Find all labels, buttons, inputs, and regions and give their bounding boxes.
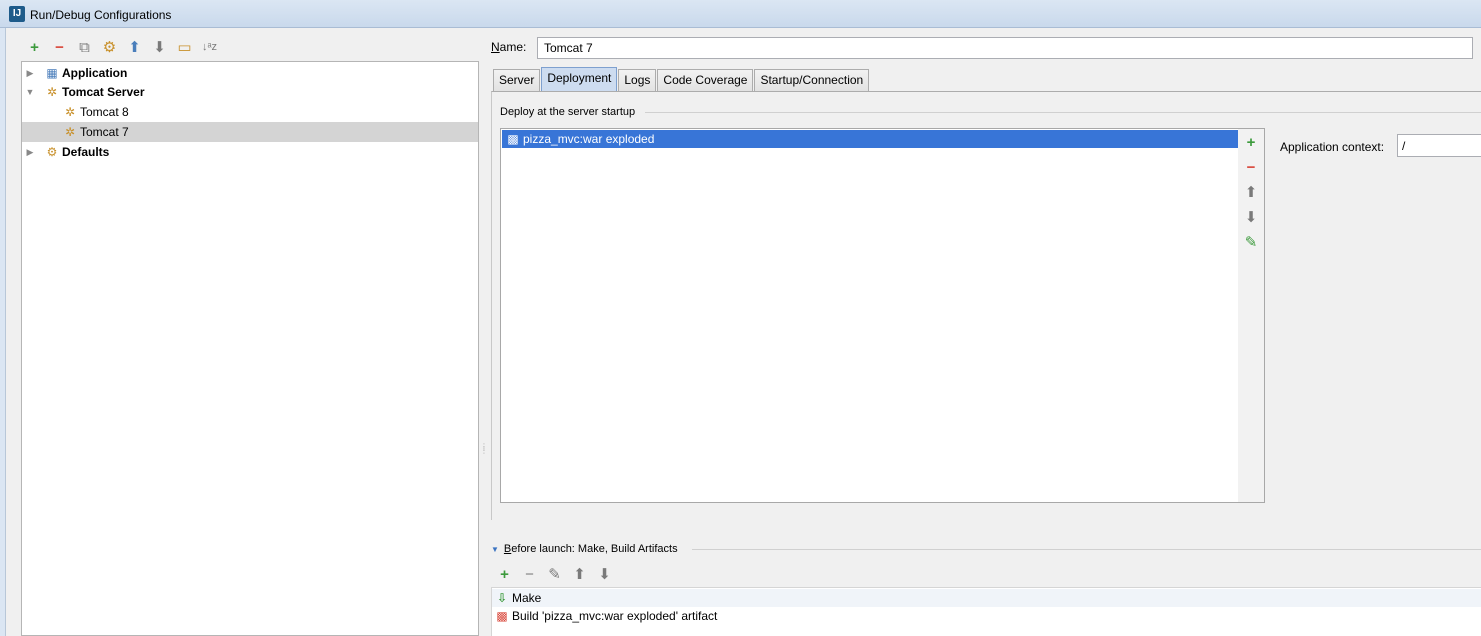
minus-icon: − (1246, 158, 1256, 176)
sort-alpha-icon: ↓ᵃz (201, 41, 218, 53)
copy-configuration-button[interactable]: ⧉ (72, 36, 97, 58)
task-label: Build 'pizza_mvc:war exploded' artifact (512, 609, 718, 623)
window-title: Run/Debug Configurations (30, 8, 172, 22)
pencil-icon: ✎ (548, 566, 561, 583)
application-context-input[interactable] (1397, 134, 1481, 157)
collapse-arrow-icon[interactable]: ▼ (24, 87, 36, 97)
create-folder-button[interactable]: ▭ (172, 36, 197, 58)
splitter-handle[interactable]: ⋮ ⋮ (480, 443, 488, 461)
artifact-icon: ▩ (507, 132, 519, 146)
move-up-button[interactable]: ⬆ (122, 36, 147, 58)
artifact-label: pizza_mvc:war exploded (523, 132, 655, 146)
deployment-side-toolbar: + − ⬆ ⬇ ✎ (1238, 128, 1265, 503)
arrow-up-icon: ⬆ (1244, 184, 1258, 201)
artifact-icon: ▩ (496, 609, 508, 623)
before-launch-title: efore launch: Make, Build Artifacts (511, 543, 678, 555)
copy-icon: ⧉ (79, 38, 90, 56)
plus-icon: + (1246, 133, 1256, 151)
config-tabs: Server Deployment Logs Code Coverage Sta… (493, 67, 870, 91)
move-artifact-up-button[interactable]: ⬆ (1238, 181, 1264, 203)
tree-item-label: Tomcat 8 (80, 105, 129, 119)
title-bar: IJ Run/Debug Configurations (0, 0, 1481, 28)
tree-item-label: Application (62, 66, 128, 80)
wrench-icon: ⚙ (46, 145, 58, 159)
move-artifact-down-button[interactable]: ⬇ (1238, 206, 1264, 228)
configurations-tree[interactable]: ▶ ▦ Application ▼ ✲ Tomcat Server ✲ Tomc… (21, 61, 479, 636)
remove-artifact-button[interactable]: − (1238, 156, 1264, 178)
expand-arrow-icon[interactable]: ▶ (24, 68, 36, 79)
sort-button[interactable]: ↓ᵃz (197, 36, 222, 58)
tab-deployment[interactable]: Deployment (541, 67, 618, 91)
list-item[interactable]: ▩ pizza_mvc:war exploded (502, 130, 1239, 148)
folder-icon: ▭ (177, 39, 192, 56)
arrow-down-icon: ⬇ (598, 566, 611, 583)
edit-artifact-button[interactable]: ✎ (1238, 231, 1264, 253)
tree-item-defaults[interactable]: ▶ ⚙ Defaults (22, 142, 478, 162)
tab-logs[interactable]: Logs (618, 69, 657, 91)
move-task-down-button[interactable]: ⬇ (592, 563, 617, 585)
tree-item-tomcat-server[interactable]: ▼ ✲ Tomcat Server (22, 82, 478, 102)
before-launch-toolbar: + − ✎ ⬆ ⬇ (492, 563, 617, 585)
window-frame-edge (0, 28, 6, 636)
list-item[interactable]: ⇩ Make (492, 589, 1481, 607)
tab-startup-connection[interactable]: Startup/Connection (754, 69, 870, 91)
before-launch-header[interactable]: ▼ Before launch: Make, Build Artifacts (491, 543, 678, 555)
minus-icon: − (55, 38, 64, 56)
application-icon: ▦ (46, 66, 58, 80)
task-label: Make (512, 591, 542, 605)
make-icon: ⇩ (496, 591, 508, 605)
tab-code-coverage[interactable]: Code Coverage (657, 69, 754, 91)
group-divider (692, 549, 1481, 550)
tree-item-application[interactable]: ▶ ▦ Application (22, 63, 478, 83)
pencil-icon: ✎ (1244, 234, 1258, 251)
deploy-group-title: Deploy at the server startup (500, 106, 636, 118)
move-down-button[interactable]: ⬇ (147, 36, 172, 58)
before-launch-tasks-list[interactable]: ⇩ Make ▩ Build 'pizza_mvc:war exploded' … (491, 587, 1481, 636)
tab-server[interactable]: Server (493, 69, 541, 91)
name-input[interactable] (537, 37, 1473, 59)
edit-defaults-button[interactable]: ⚙ (97, 36, 122, 58)
intellij-app-icon: IJ (9, 6, 25, 22)
arrow-up-icon: ⬆ (573, 566, 586, 583)
configurations-toolbar: + − ⧉ ⚙ ⬆ ⬇ ▭ ↓ᵃz (22, 36, 222, 58)
tree-item-label: Tomcat 7 (80, 125, 129, 139)
remove-task-button[interactable]: − (517, 563, 542, 585)
minus-icon: − (525, 565, 534, 583)
tree-item-tomcat-7[interactable]: ✲ Tomcat 7 (22, 122, 478, 142)
expand-arrow-icon[interactable]: ▶ (24, 147, 36, 158)
collapse-triangle-icon[interactable]: ▼ (491, 545, 499, 554)
application-context-label: Application context: (1280, 140, 1385, 154)
tomcat-icon: ✲ (46, 85, 58, 99)
add-artifact-button[interactable]: + (1238, 131, 1264, 153)
add-task-button[interactable]: + (492, 563, 517, 585)
plus-icon: + (500, 565, 509, 583)
edit-task-button[interactable]: ✎ (542, 563, 567, 585)
tree-item-label: Tomcat Server (62, 85, 145, 99)
wrench-icon: ⚙ (102, 39, 117, 56)
add-configuration-button[interactable]: + (22, 36, 47, 58)
group-divider (645, 112, 1481, 113)
arrow-down-icon: ⬇ (1244, 209, 1258, 226)
arrow-up-icon: ⬆ (128, 39, 141, 56)
remove-configuration-button[interactable]: − (47, 36, 72, 58)
tree-item-label: Defaults (62, 145, 110, 159)
list-item[interactable]: ▩ Build 'pizza_mvc:war exploded' artifac… (492, 607, 1481, 625)
tree-item-tomcat-8[interactable]: ✲ Tomcat 8 (22, 102, 478, 122)
name-label: Name: (491, 40, 527, 54)
plus-icon: + (30, 38, 39, 56)
deployment-artifacts-list[interactable]: ▩ pizza_mvc:war exploded (500, 128, 1239, 503)
tomcat-icon: ✲ (64, 125, 76, 139)
tomcat-icon: ✲ (64, 105, 76, 119)
move-task-up-button[interactable]: ⬆ (567, 563, 592, 585)
arrow-down-icon: ⬇ (153, 39, 166, 56)
